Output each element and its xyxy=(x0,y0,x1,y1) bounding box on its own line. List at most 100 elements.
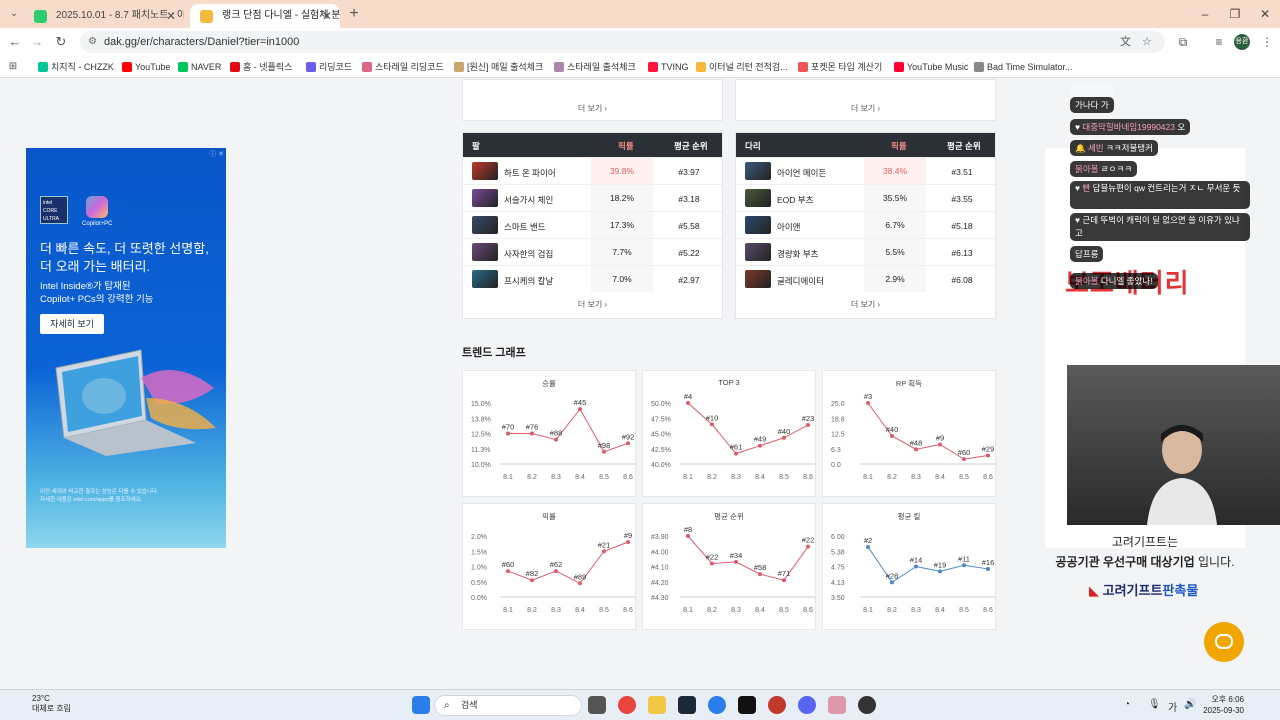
language-indicator[interactable]: 가 xyxy=(1168,699,1177,714)
data-point[interactable] xyxy=(806,544,810,549)
intel-advertisement[interactable]: ⓘ ✕ intel CORE ULTRA Copilot+PC 더 빠른 속도,… xyxy=(26,148,226,548)
data-point[interactable] xyxy=(806,422,810,427)
new-tab-icon[interactable]: + xyxy=(344,4,364,24)
data-point[interactable] xyxy=(686,534,690,538)
ad-learn-more-button[interactable]: 자세히 보기 xyxy=(40,314,104,334)
media-icon[interactable] xyxy=(858,696,876,714)
data-point[interactable] xyxy=(986,566,990,571)
data-point[interactable] xyxy=(710,561,714,566)
bookmark-item[interactable]: 홈 - 넷플릭스 xyxy=(230,59,292,75)
help-chat-button[interactable] xyxy=(1204,622,1244,662)
bookmark-item[interactable]: Bad Time Simulator... xyxy=(974,59,1073,75)
bookmark-item[interactable]: 포켓몬 타입 계산기 xyxy=(798,59,882,75)
tp-icon[interactable] xyxy=(738,696,756,714)
ad-choices-icon[interactable]: ⓘ ✕ xyxy=(209,149,224,159)
data-point[interactable] xyxy=(938,442,942,447)
game-icon[interactable] xyxy=(828,696,846,714)
obs-icon[interactable] xyxy=(768,696,786,714)
profile-avatar[interactable]: 용환 xyxy=(1234,34,1250,50)
data-point[interactable] xyxy=(866,401,870,405)
bookmark-item[interactable]: 리딩코드 xyxy=(306,59,352,75)
data-point[interactable] xyxy=(758,572,762,577)
bookmark-item[interactable]: TVING xyxy=(648,59,689,75)
data-point[interactable] xyxy=(734,451,738,456)
back-icon[interactable]: ← xyxy=(6,33,24,51)
close-tab-icon[interactable]: ✕ xyxy=(322,4,332,28)
data-point[interactable] xyxy=(602,549,606,554)
close-window-icon[interactable]: ✕ xyxy=(1250,4,1280,24)
data-point[interactable] xyxy=(530,578,534,583)
bookmark-item[interactable]: YouTube xyxy=(122,59,170,75)
task-view-icon[interactable] xyxy=(588,696,606,714)
data-point[interactable] xyxy=(578,581,582,586)
translate-icon[interactable]: 文 xyxy=(1120,31,1131,53)
table-row[interactable]: EOD 부츠 35.5% #3.55 xyxy=(736,184,995,211)
tab-search-icon[interactable]: ⌄ xyxy=(6,6,22,22)
data-point[interactable] xyxy=(626,540,630,545)
system-clock[interactable]: 오후 6:06 2025-09-30 xyxy=(1194,694,1244,716)
data-point[interactable] xyxy=(554,437,558,442)
reload-icon[interactable]: ↻ xyxy=(52,33,70,51)
start-icon[interactable] xyxy=(412,696,430,714)
bookmark-star-icon[interactable]: ☆ xyxy=(1142,31,1152,53)
data-point[interactable] xyxy=(938,569,942,574)
table-row[interactable]: 서슬가시 체인 18.2% #3.18 xyxy=(463,184,722,211)
data-point[interactable] xyxy=(506,569,510,574)
data-point[interactable] xyxy=(578,407,582,412)
table-row[interactable]: 경량화 부츠 5.5% #6.13 xyxy=(736,238,995,265)
apps-grid-icon[interactable]: ⊞ xyxy=(4,58,22,76)
reading-list-icon[interactable]: ≡ xyxy=(1210,33,1228,51)
bookmark-item[interactable]: NAVER xyxy=(178,59,221,75)
address-bar[interactable]: ⚙ dak.gg/er/characters/Daniel?tier=in100… xyxy=(80,31,1165,53)
data-point[interactable] xyxy=(758,443,762,448)
data-point[interactable] xyxy=(554,569,558,574)
table-row[interactable]: 아이언 메이든 38.4% #3.51 xyxy=(736,157,995,184)
weather-widget[interactable]: 23°C 대체로 흐림 xyxy=(12,694,71,714)
tab-patch-notes[interactable]: 2025.10.01 - 8.7 패치노트 : 이터 ✕ xyxy=(24,4,184,28)
bookmark-item[interactable]: YouTube Music xyxy=(894,59,968,75)
data-point[interactable] xyxy=(530,431,534,436)
taskbar-search[interactable]: ⌕ 검색 xyxy=(434,695,582,716)
bookmark-item[interactable]: 이터널 리턴 전적검... xyxy=(696,59,788,75)
site-info-icon[interactable]: ⚙ xyxy=(88,31,97,53)
table-row[interactable]: 스마트 밴드 17.3% #5.58 xyxy=(463,211,722,238)
data-point[interactable] xyxy=(890,433,894,438)
data-point[interactable] xyxy=(914,564,918,569)
file-explorer-icon[interactable] xyxy=(648,696,666,714)
data-point[interactable] xyxy=(602,449,606,454)
data-point[interactable] xyxy=(710,422,714,427)
bookmark-item[interactable]: [원신] 매일 출석체크 xyxy=(454,59,543,75)
menu-icon[interactable]: ⋮ xyxy=(1258,33,1276,51)
table-row[interactable]: 하트 온 파이어 39.8% #3.97 xyxy=(463,157,722,184)
data-point[interactable] xyxy=(782,578,786,583)
chrome-icon[interactable] xyxy=(618,696,636,714)
close-tab-icon[interactable]: ✕ xyxy=(166,4,176,28)
tab-daniel-analysis[interactable]: 랭크 단점 다니엘 - 실험체 분석 ✕ xyxy=(190,4,340,28)
data-point[interactable] xyxy=(890,580,894,585)
table-row[interactable]: 사자한의 검집 7.7% #5.22 xyxy=(463,238,722,265)
minimize-icon[interactable]: – xyxy=(1190,4,1220,24)
table-row[interactable]: 아이앤 6.7% #5.18 xyxy=(736,211,995,238)
discord-icon[interactable] xyxy=(798,696,816,714)
data-point[interactable] xyxy=(986,453,990,458)
data-point[interactable] xyxy=(962,457,966,462)
more-link[interactable]: 더 보기 › xyxy=(736,103,995,114)
data-point[interactable] xyxy=(782,435,786,440)
bookmark-item[interactable]: 치지직 - CHZZK xyxy=(38,59,114,75)
data-point[interactable] xyxy=(686,401,690,405)
data-point[interactable] xyxy=(626,441,630,446)
table-row[interactable]: 글레디에이터 2.9% #6.08 xyxy=(736,265,995,292)
data-point[interactable] xyxy=(506,431,510,436)
data-point[interactable] xyxy=(914,447,918,452)
data-point[interactable] xyxy=(962,563,966,568)
extensions-icon[interactable]: ⧉ xyxy=(1174,33,1192,51)
mic-icon[interactable]: 🎙 xyxy=(1148,699,1161,710)
more-link[interactable]: 더 보기 › xyxy=(736,299,995,310)
wifi-icon[interactable]: ◔ xyxy=(1124,699,1130,710)
forward-icon[interactable]: → xyxy=(28,33,46,51)
bookmark-item[interactable]: 스타레일 출석체크 xyxy=(554,59,636,75)
data-point[interactable] xyxy=(734,559,738,564)
bookmark-item[interactable]: 스타레일 리딩코드 xyxy=(362,59,444,75)
data-point[interactable] xyxy=(866,544,870,549)
maximize-icon[interactable]: ❐ xyxy=(1220,4,1250,24)
